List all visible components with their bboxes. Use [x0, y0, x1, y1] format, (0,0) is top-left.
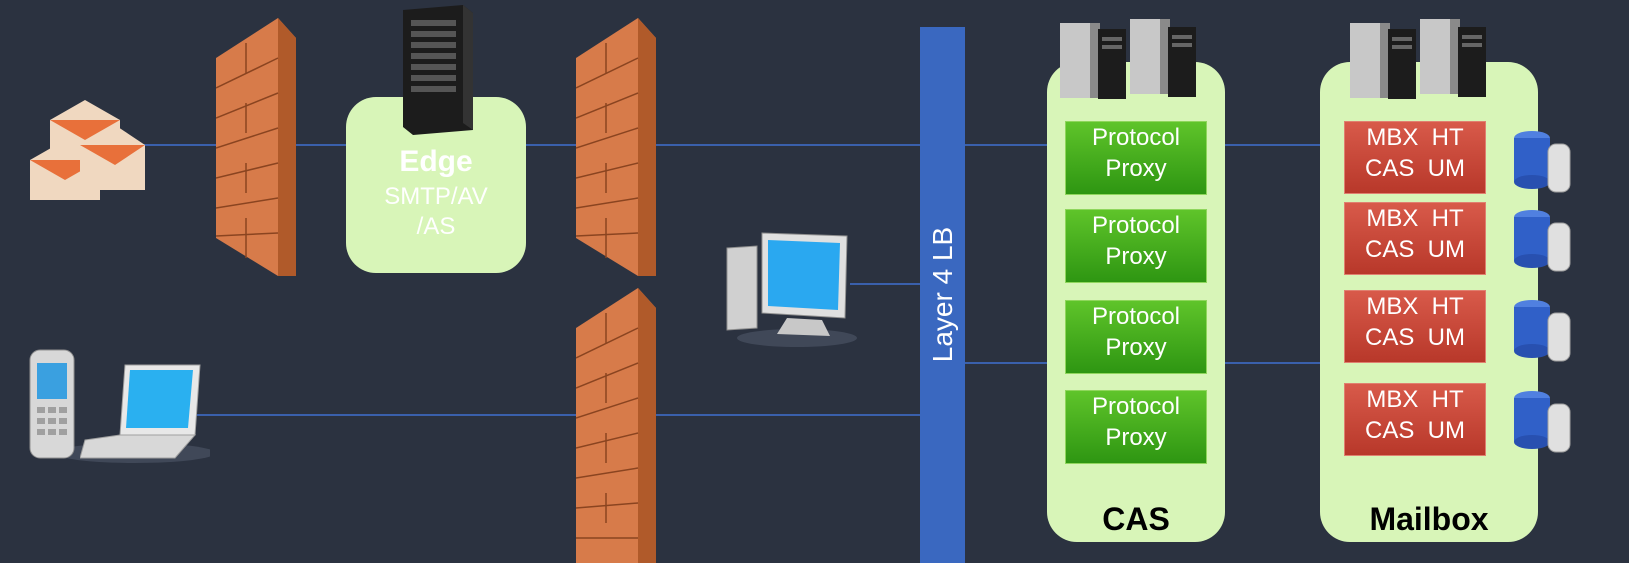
roles-line1: MBX HT — [1366, 205, 1464, 232]
database-icon — [1514, 300, 1571, 362]
protocol-proxy-2: Protocol Proxy — [1065, 209, 1207, 283]
proxy-label-line1: Protocol — [1091, 303, 1181, 330]
cas-title: CAS — [1102, 501, 1170, 537]
proxy-label-line1: Protocol — [1091, 124, 1181, 151]
protocol-proxy-4: Protocol Proxy — [1065, 390, 1207, 464]
proxy-label-line2: Proxy — [1105, 334, 1167, 361]
database-icon — [1514, 391, 1571, 453]
mailbox-roles-2: MBX HT CAS UM — [1344, 202, 1486, 275]
edge-subtitle-line2: /AS — [416, 213, 456, 240]
firewall-icon — [576, 18, 656, 276]
mailbox-roles-3: MBX HT CAS UM — [1344, 290, 1486, 363]
database-icon — [1514, 131, 1571, 193]
load-balancer-label: Layer 4 LB — [927, 226, 958, 363]
layer4-load-balancer: Layer 4 LB — [920, 27, 965, 563]
edge-title: Edge — [399, 145, 473, 178]
roles-line2: CAS UM — [1364, 324, 1465, 351]
firewall-icon — [576, 288, 656, 563]
roles-line2: CAS UM — [1364, 236, 1465, 263]
email-envelopes-icon — [30, 100, 145, 200]
roles-line2: CAS UM — [1364, 155, 1465, 182]
server-tower-icon — [403, 5, 473, 135]
laptop-icon — [80, 364, 201, 459]
roles-line1: MBX HT — [1366, 293, 1464, 320]
roles-line1: MBX HT — [1366, 386, 1464, 413]
mailbox-title: Mailbox — [1369, 501, 1489, 537]
roles-line2: CAS UM — [1364, 417, 1465, 444]
proxy-label-line2: Proxy — [1105, 243, 1167, 270]
proxy-label-line1: Protocol — [1091, 212, 1181, 239]
mailbox-roles-4: MBX HT CAS UM — [1344, 383, 1486, 456]
proxy-label-line1: Protocol — [1091, 393, 1181, 420]
server-tower-icon — [1060, 19, 1196, 99]
roles-line1: MBX HT — [1366, 124, 1464, 151]
mailbox-roles-1: MBX HT CAS UM — [1344, 121, 1486, 194]
edge-subtitle: SMTP/AV /AS — [346, 182, 526, 242]
protocol-proxy-3: Protocol Proxy — [1065, 300, 1207, 374]
desktop-computer-icon — [726, 232, 857, 347]
firewall-icon — [216, 18, 296, 276]
protocol-proxy-1: Protocol Proxy — [1065, 121, 1207, 195]
server-tower-icon — [1350, 19, 1486, 99]
proxy-label-line2: Proxy — [1105, 424, 1167, 451]
edge-subtitle-line1: SMTP/AV — [384, 183, 488, 210]
database-icon — [1514, 210, 1571, 272]
proxy-label-line2: Proxy — [1105, 155, 1167, 182]
